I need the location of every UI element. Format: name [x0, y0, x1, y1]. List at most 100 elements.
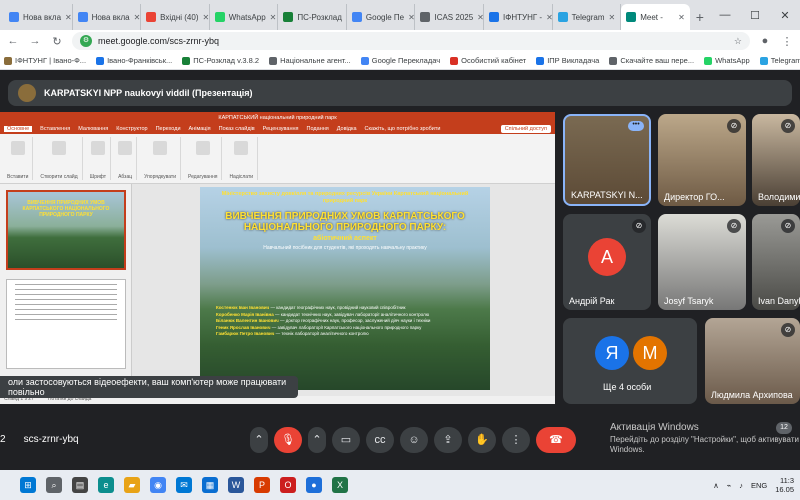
browser-tab[interactable]: ICAS 2025 ✕ [415, 4, 485, 30]
site-info-icon[interactable]: ⚙ [80, 35, 92, 47]
ppt-menu-item[interactable]: Показ слайдів [219, 126, 255, 132]
participant-tile[interactable]: Я M Ще 4 особи [563, 318, 697, 404]
up-arrow-icon[interactable]: ∧ [713, 481, 719, 490]
tab-close-icon[interactable]: ✕ [270, 13, 277, 22]
raise-hand-button[interactable]: ✋ [468, 427, 496, 453]
meet-area: KARPATSKYI NPP naukovyi viddil (Презента… [0, 70, 800, 470]
ribbon-group[interactable]: Шрифт [86, 137, 112, 180]
ppt-menu-item[interactable]: Малювання [78, 126, 108, 132]
participant-tile[interactable]: ⊘ Ivan Danyl [752, 214, 800, 310]
more-options-button[interactable]: ⋮ [502, 427, 530, 453]
participant-tile[interactable]: ⊘ Людмила Архипова [705, 318, 800, 404]
tab-close-icon[interactable]: ✕ [134, 13, 141, 22]
ppt-menu-item[interactable]: Конструктор [116, 126, 147, 132]
tile-options-icon[interactable]: ••• [628, 121, 644, 131]
bookmark-star-icon[interactable]: ☆ [734, 36, 742, 47]
ppt-menu-item[interactable]: Довідка [337, 126, 357, 132]
participant-tile[interactable]: ⊘ Директор ГО... [658, 114, 746, 206]
opera-icon[interactable]: O [280, 477, 296, 493]
forward-icon[interactable]: → [28, 35, 42, 47]
ribbon-group[interactable]: Абзац [114, 137, 138, 180]
bookmark-item[interactable]: Особистий кабінет [450, 56, 526, 65]
bookmark-item[interactable]: Івано-Франківськ... [96, 56, 172, 65]
ribbon-group[interactable]: Редагування [184, 137, 223, 180]
reload-icon[interactable]: ↻ [50, 35, 64, 48]
audio-options-icon[interactable]: ⌃ [250, 427, 268, 453]
browser-tab[interactable]: Google Пе ✕ [347, 4, 416, 30]
new-tab-icon[interactable]: + [690, 4, 710, 30]
tab-close-icon[interactable]: ✕ [609, 13, 616, 22]
tab-close-icon[interactable]: ✕ [477, 13, 483, 22]
explorer-icon[interactable]: ▰ [124, 477, 140, 493]
captions-button[interactable]: cc [366, 427, 394, 453]
ppt-menu-item[interactable]: Скажіть, що потрібно зробити [365, 126, 441, 132]
participant-tile[interactable]: A ⊘ Андрій Рак [563, 214, 651, 310]
video-options-icon[interactable]: ⌃ [308, 427, 326, 453]
powerpoint-icon[interactable]: P [254, 477, 270, 493]
browser-tab[interactable]: ІФНТУНГ - ✕ [484, 4, 553, 30]
tab-close-icon[interactable]: ✕ [678, 13, 685, 22]
ppt-menu-item[interactable]: Подання [307, 126, 329, 132]
browser-tab[interactable]: Нова вкла ✕ [73, 4, 142, 30]
leave-call-button[interactable]: ☎ [536, 427, 576, 453]
search-icon[interactable]: ⌕ [46, 477, 62, 493]
slide-thumbnail-2[interactable] [6, 279, 126, 369]
chrome-icon[interactable]: ◉ [150, 477, 166, 493]
emoji-button[interactable]: ☺ [400, 427, 428, 453]
ribbon-group[interactable]: Надіслати [225, 137, 259, 180]
ppt-share-button[interactable]: Спільний доступ [500, 124, 551, 133]
tab-close-icon[interactable]: ✕ [203, 13, 209, 22]
mail-icon[interactable]: ✉ [176, 477, 192, 493]
browser-tab[interactable]: Telegram ✕ [553, 4, 622, 30]
edge-icon[interactable]: e [98, 477, 114, 493]
ppt-menu-item[interactable]: Вставлення [40, 126, 70, 132]
bookmark-item[interactable]: ІФНТУНГ | Івано-Ф... [4, 56, 86, 65]
language-indicator[interactable]: ENG [751, 481, 767, 490]
browser-tab[interactable]: ПС-Розклад✕ [278, 4, 347, 30]
clock[interactable]: 11:3 16.05 [775, 476, 794, 494]
bookmark-item[interactable]: Скачайте ваш пере... [609, 56, 694, 65]
browser-tab[interactable]: Нова вкла ✕ [4, 4, 73, 30]
word-icon[interactable]: W [228, 477, 244, 493]
ppt-menu-item[interactable]: Рецензування [263, 126, 299, 132]
network-icon[interactable]: ⌁ [727, 481, 732, 490]
bookmark-item[interactable]: ІПР Викладача [536, 56, 599, 65]
camera-button[interactable]: ▭ [332, 427, 360, 453]
bookmark-item[interactable]: Google Перекладач [360, 56, 440, 65]
bookmark-item[interactable]: ПС-Розклад v.3.8.2 [182, 56, 259, 65]
tab-close-icon[interactable]: ✕ [65, 13, 72, 22]
bookmark-item[interactable]: Telegram [759, 56, 800, 65]
task-view-icon[interactable]: ▤ [72, 477, 88, 493]
ppt-menu-item[interactable]: Переходи [156, 126, 181, 132]
maximize-icon[interactable]: ☐ [740, 9, 770, 22]
excel-icon[interactable]: X [332, 477, 348, 493]
bookmark-item[interactable]: WhatsApp [704, 56, 750, 65]
ribbon-group[interactable]: Упорядкувати [140, 137, 182, 180]
browser-tab[interactable]: WhatsApp ✕ [210, 4, 279, 30]
tab-favicon-icon [283, 12, 294, 22]
mic-muted-button[interactable]: 🎙 [274, 427, 302, 453]
store-icon[interactable]: ▦ [202, 477, 218, 493]
back-icon[interactable]: ← [6, 35, 20, 47]
minimize-icon[interactable]: — [710, 9, 740, 21]
tab-close-icon[interactable]: ✕ [408, 13, 414, 22]
participant-tile[interactable]: ⊘ Josyf Tsaryk [658, 214, 746, 310]
participant-tile[interactable]: ••• KARPATSKYI N... [563, 114, 651, 206]
ppt-menu-item[interactable]: Анімація [189, 126, 211, 132]
ribbon-group[interactable]: Створити слайд [36, 137, 83, 180]
browser-tab[interactable]: Вхідні (40) ✕ [141, 4, 210, 30]
start-icon[interactable]: ⊞ [20, 477, 36, 493]
viber-icon[interactable]: ● [306, 477, 322, 493]
volume-icon[interactable]: ♪ [739, 481, 743, 490]
present-button[interactable]: ⇪ [434, 427, 462, 453]
close-window-icon[interactable]: ✕ [770, 9, 800, 22]
profile-icon[interactable]: ● [758, 35, 772, 47]
browser-menu-icon[interactable]: ⋮ [780, 35, 794, 48]
bookmark-item[interactable]: Національне агент... [269, 56, 351, 65]
browser-tab[interactable]: Meet - ✕ [621, 4, 690, 30]
slide-thumbnail-1[interactable]: ВИВЧЕННЯ ПРИРОДНИХ УМОВ КАРПАТСЬКОГО НАЦ… [6, 190, 126, 270]
ribbon-group[interactable]: Вставити [3, 137, 34, 180]
url-input[interactable]: ⚙ meet.google.com/scs-zrnr-ybq ☆ [72, 32, 750, 50]
participant-tile[interactable]: ⊘ Володими [752, 114, 800, 206]
ppt-menu-item[interactable]: Основне [4, 125, 33, 132]
